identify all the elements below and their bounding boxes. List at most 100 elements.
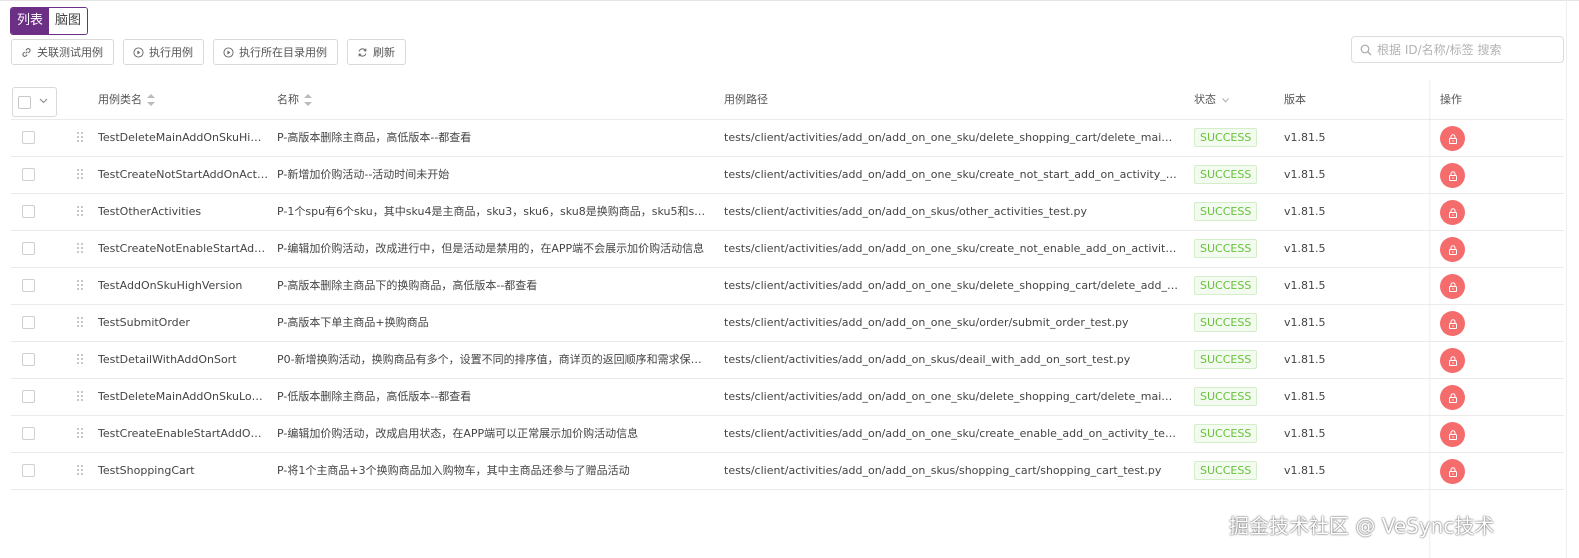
column-header-status[interactable]: 状态 xyxy=(1194,80,1229,119)
column-label: 状态 xyxy=(1194,93,1216,106)
lock-button[interactable] xyxy=(1440,348,1465,373)
cell-name: P0-新增换购活动，换购商品有多个，设置不同的排序值，商详页的返回顺序和需求保持… xyxy=(277,353,707,366)
cell-class-name: TestAddOnSkuHighVersion xyxy=(98,279,243,292)
column-header-version: 版本 xyxy=(1284,80,1306,119)
column-header-name[interactable]: 名称 xyxy=(277,80,312,119)
table-row[interactable]: TestCreateNotStartAddOnActivity P-新增加价购活… xyxy=(11,157,1564,194)
cell-class-name: TestCreateNotEnableStartAdd... xyxy=(98,242,268,255)
cell-path: tests/client/activities/add_on/add_on_on… xyxy=(724,427,1179,440)
lock-icon xyxy=(1448,318,1457,329)
tab-mindmap[interactable]: 脑图 xyxy=(49,8,88,34)
play-circle-icon xyxy=(133,46,144,58)
tab-list[interactable]: 列表 xyxy=(11,8,50,34)
link-cases-button[interactable]: 关联测试用例 xyxy=(11,39,114,65)
column-label: 用例类名 xyxy=(98,93,142,106)
table-row[interactable]: TestDeleteMainAddOnSkuLow... P-低版本删除主商品，… xyxy=(11,379,1564,416)
refresh-button[interactable]: 刷新 xyxy=(347,39,406,65)
cell-name: P-将1个主商品+3个换购商品加入购物车，其中主商品还参与了赠品活动 xyxy=(277,464,630,477)
cell-class-name: TestOtherActivities xyxy=(98,205,202,218)
row-checkbox[interactable] xyxy=(22,131,35,144)
column-label: 操作 xyxy=(1440,93,1462,106)
lock-button[interactable] xyxy=(1440,311,1465,336)
drag-handle-icon[interactable] xyxy=(77,391,83,402)
cell-path: tests/client/activities/add_on/add_on_on… xyxy=(724,279,1179,292)
row-checkbox[interactable] xyxy=(22,242,35,255)
cell-path: tests/client/activities/add_on/add_on_on… xyxy=(724,242,1179,255)
lock-button[interactable] xyxy=(1440,459,1465,484)
row-checkbox[interactable] xyxy=(22,205,35,218)
lock-icon xyxy=(1448,244,1457,255)
cell-version: v1.81.5 xyxy=(1284,353,1326,366)
cell-class-name: TestDeleteMainAddOnSkuLow... xyxy=(98,390,268,403)
lock-button[interactable] xyxy=(1440,126,1465,151)
lock-button[interactable] xyxy=(1440,237,1465,262)
row-checkbox[interactable] xyxy=(22,390,35,403)
status-badge: SUCCESS xyxy=(1194,276,1258,295)
row-checkbox[interactable] xyxy=(22,168,35,181)
lock-icon xyxy=(1448,281,1457,292)
row-checkbox[interactable] xyxy=(22,316,35,329)
table-header: 用例类名 名称 用例路径 状态 版本 操作 xyxy=(11,80,1564,120)
row-checkbox[interactable] xyxy=(22,279,35,292)
row-checkbox[interactable] xyxy=(22,427,35,440)
drag-handle-icon[interactable] xyxy=(77,132,83,143)
cell-path: tests/client/activities/add_on/add_on_on… xyxy=(724,131,1179,144)
cell-path: tests/client/activities/add_on/add_on_on… xyxy=(724,168,1179,181)
table-row[interactable]: TestCreateEnableStartAddOnA... P-编辑加价购活动… xyxy=(11,416,1564,453)
table-row[interactable]: TestSubmitOrder P-高版本下单主商品+换购商品 tests/cl… xyxy=(11,305,1564,342)
watermark: 掘金技术社区 @ VeSync技术 xyxy=(1229,514,1495,538)
table-row[interactable]: TestAddOnSkuHighVersion P-高版本删除主商品下的换购商品… xyxy=(11,268,1564,305)
table-row[interactable]: TestDeleteMainAddOnSkuHigh... P-高版本删除主商品… xyxy=(11,120,1564,157)
lock-button[interactable] xyxy=(1440,274,1465,299)
search-icon xyxy=(1360,44,1372,55)
lock-button[interactable] xyxy=(1440,385,1465,410)
drag-handle-icon[interactable] xyxy=(77,317,83,328)
drag-handle-icon[interactable] xyxy=(77,243,83,254)
drag-handle-icon[interactable] xyxy=(77,280,83,291)
column-header-class-name[interactable]: 用例类名 xyxy=(98,80,155,119)
select-all-checkbox[interactable] xyxy=(18,96,31,109)
drag-handle-icon[interactable] xyxy=(77,206,83,217)
refresh-label: 刷新 xyxy=(373,46,395,59)
status-badge: SUCCESS xyxy=(1194,165,1258,184)
lock-icon xyxy=(1448,207,1457,218)
table-row[interactable]: TestDetailWithAddOnSort P0-新增换购活动，换购商品有多… xyxy=(11,342,1564,379)
lock-button[interactable] xyxy=(1440,200,1465,225)
search-box xyxy=(1351,36,1564,63)
drag-handle-icon[interactable] xyxy=(77,465,83,476)
row-checkbox[interactable] xyxy=(22,353,35,366)
table-row[interactable]: TestOtherActivities P-1个spu有6个sku，其中sku4… xyxy=(11,194,1564,231)
filter-chevron-icon[interactable] xyxy=(1221,97,1229,103)
cell-name: P-编辑加价购活动，改成启用状态，在APP端可以正常展示加价购活动信息 xyxy=(277,427,639,440)
cell-version: v1.81.5 xyxy=(1284,427,1326,440)
drag-handle-icon[interactable] xyxy=(77,169,83,180)
chevron-down-icon[interactable] xyxy=(39,97,48,107)
run-cases-label: 执行用例 xyxy=(149,46,193,59)
lock-icon xyxy=(1448,133,1457,144)
select-all-dropdown[interactable] xyxy=(12,87,57,117)
cell-version: v1.81.5 xyxy=(1284,168,1326,181)
run-dir-cases-button[interactable]: 执行所在目录用例 xyxy=(213,39,338,65)
table-row[interactable]: TestShoppingCart P-将1个主商品+3个换购商品加入购物车，其中… xyxy=(11,453,1564,490)
cell-class-name: TestDetailWithAddOnSort xyxy=(98,353,237,366)
cell-class-name: TestCreateEnableStartAddOnA... xyxy=(98,427,268,440)
row-checkbox[interactable] xyxy=(22,464,35,477)
play-circle-icon xyxy=(223,46,234,58)
cell-name: P-1个spu有6个sku，其中sku4是主商品，sku3，sku6，sku8是… xyxy=(277,205,707,218)
status-badge: SUCCESS xyxy=(1194,313,1258,332)
status-badge: SUCCESS xyxy=(1194,350,1258,369)
table-row[interactable]: TestCreateNotEnableStartAdd... P-编辑加价购活动… xyxy=(11,231,1564,268)
status-badge: SUCCESS xyxy=(1194,424,1258,443)
lock-icon xyxy=(1448,392,1457,403)
drag-handle-icon[interactable] xyxy=(77,428,83,439)
lock-button[interactable] xyxy=(1440,163,1465,188)
cell-version: v1.81.5 xyxy=(1284,242,1326,255)
sort-icon[interactable] xyxy=(147,94,155,106)
drag-handle-icon[interactable] xyxy=(77,354,83,365)
run-cases-button[interactable]: 执行用例 xyxy=(123,39,204,65)
status-badge: SUCCESS xyxy=(1194,239,1258,258)
lock-icon xyxy=(1448,429,1457,440)
lock-button[interactable] xyxy=(1440,422,1465,447)
search-input[interactable] xyxy=(1377,42,1557,57)
sort-icon[interactable] xyxy=(304,94,312,106)
